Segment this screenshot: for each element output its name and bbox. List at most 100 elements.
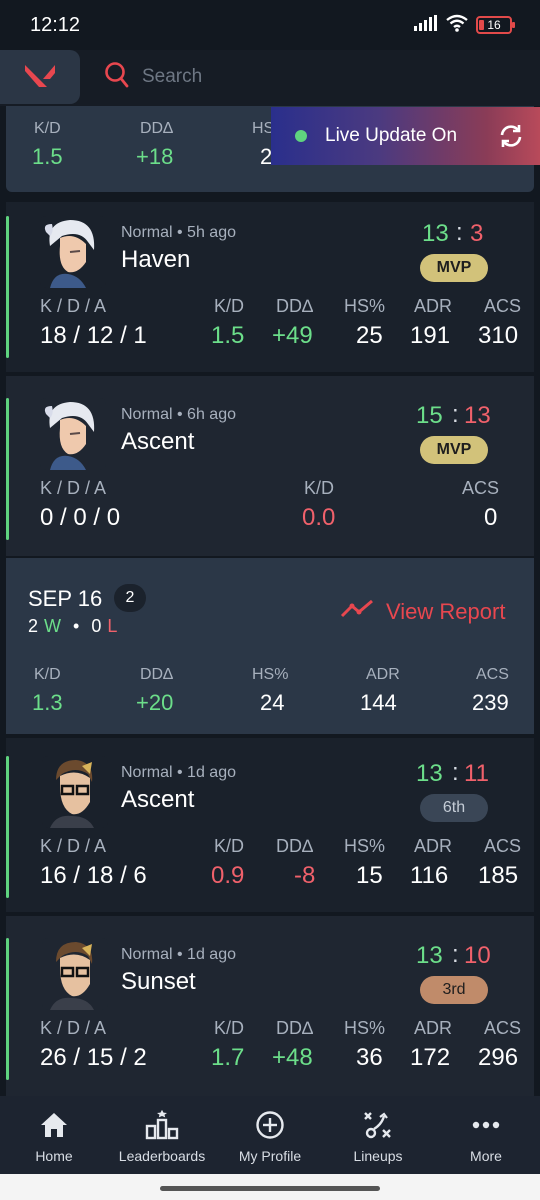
day-summary-card: SEP 16 2 2 W • 0 L View Report K/D 1.3 D…: [6, 558, 534, 734]
plus-circle-icon: [255, 1110, 285, 1140]
app-header: Search: [0, 50, 540, 106]
score-separator: :: [456, 219, 463, 246]
kd-label: K/D: [214, 836, 245, 856]
match-card[interactable]: Normal • 5h ago Haven 13 : 3 MVP K / D /…: [6, 202, 534, 372]
match-card[interactable]: Normal • 1d ago Sunset 13 : 10 3rd K / D…: [6, 916, 534, 1096]
nav-item-more[interactable]: More: [432, 1096, 540, 1174]
adr-label: ADR: [366, 666, 400, 683]
adr-label: ADR: [414, 836, 453, 856]
dd-label: DD∆: [140, 120, 173, 137]
score-enemy: 13: [464, 402, 491, 429]
hs-value: 25: [356, 322, 383, 349]
mvp-badge: MVP: [420, 436, 488, 464]
search-input[interactable]: Search: [142, 66, 202, 88]
acs-value: 239: [472, 690, 509, 715]
dd-label: DD∆: [140, 666, 173, 683]
losses-letter: L: [107, 616, 118, 636]
hs-label: HS%: [344, 836, 386, 856]
agent-avatar-chamber: [42, 756, 108, 828]
wins-letter: W: [44, 616, 62, 636]
match-mode-time: Normal • 1d ago: [121, 764, 236, 781]
match-mode-time: Normal • 5h ago: [121, 224, 236, 241]
system-icons: 16: [414, 14, 515, 37]
score-enemy: 11: [464, 760, 489, 787]
win-indicator: [6, 756, 9, 898]
match-mode-time: Normal • 1d ago: [121, 946, 236, 963]
nav-item-my-profile[interactable]: My Profile: [216, 1096, 324, 1174]
map-name: Haven: [121, 246, 191, 273]
trend-chart-icon: [340, 598, 374, 625]
match-card[interactable]: Normal • 6h ago Ascent 15 : 13 MVP K / D…: [6, 376, 534, 556]
battery-icon: 16: [476, 16, 515, 34]
valorant-logo-icon: [23, 61, 57, 94]
kda-label: K / D / A: [40, 478, 107, 498]
placement-badge: 3rd: [420, 976, 488, 1004]
nav-label: Home: [35, 1148, 73, 1164]
win-loss-record: 2 W • 0 L: [28, 616, 117, 637]
hs-value: 24: [260, 690, 285, 715]
leaderboards-icon: [145, 1110, 179, 1140]
win-indicator: [6, 216, 9, 358]
dd-value: +20: [136, 690, 174, 715]
view-report-button[interactable]: View Report: [340, 598, 505, 625]
live-status-dot: [295, 130, 307, 142]
placement-badge: 6th: [420, 794, 488, 822]
view-report-label: View Report: [386, 598, 506, 624]
hs-value: 15: [356, 862, 383, 889]
match-mode-time: Normal • 6h ago: [121, 406, 236, 423]
kda-value: 18 / 12 / 1: [40, 322, 147, 349]
home-indicator[interactable]: [160, 1186, 380, 1191]
adr-value: 144: [360, 690, 397, 715]
dd-value: +18: [136, 144, 174, 169]
search-bar[interactable]: Search: [104, 60, 202, 94]
hs-label: HS%: [252, 666, 289, 683]
match-history-list[interactable]: K/D 1.5 DD∆ +18 HS 25 Normal • 5h ago Ha…: [6, 106, 534, 1096]
dd-value: -8: [294, 862, 316, 889]
agent-avatar-chamber: [42, 938, 108, 1010]
map-name: Ascent: [121, 786, 195, 813]
valorant-logo-button[interactable]: [0, 50, 80, 104]
kda-label: K / D / A: [40, 1018, 107, 1038]
score-enemy: 10: [464, 942, 491, 969]
nav-label: More: [470, 1148, 502, 1164]
score-separator: :: [452, 941, 459, 968]
bottom-nav: Home Leaderboards My Profile Lineups Mor…: [0, 1096, 540, 1174]
score-separator: :: [452, 759, 459, 786]
win-indicator: [6, 398, 9, 540]
status-bar: 12:12 16: [0, 0, 540, 50]
dd-label: DD∆: [276, 836, 314, 856]
match-card[interactable]: Normal • 1d ago Ascent 13 : 11 6th K / D…: [6, 738, 534, 912]
kd-value: 1.5: [211, 322, 245, 349]
adr-value: 191: [410, 322, 451, 349]
agent-avatar-jett: [40, 398, 106, 470]
nav-item-home[interactable]: Home: [0, 1096, 108, 1174]
adr-value: 172: [410, 1044, 451, 1071]
nav-item-leaderboards[interactable]: Leaderboards: [108, 1096, 216, 1174]
adr-value: 116: [410, 862, 449, 889]
refresh-icon[interactable]: [482, 107, 540, 165]
nav-item-lineups[interactable]: Lineups: [324, 1096, 432, 1174]
kd-label: K/D: [34, 666, 61, 683]
losses-count: 0: [91, 616, 102, 636]
agent-avatar-jett: [40, 216, 106, 288]
map-name: Sunset: [121, 968, 196, 995]
battery-level: 16: [487, 18, 501, 32]
live-update-banner[interactable]: Live Update On: [271, 107, 540, 165]
dd-label: DD∆: [276, 1018, 314, 1038]
home-icon: [39, 1110, 69, 1140]
acs-label: ACS: [476, 666, 509, 683]
nav-label: Lineups: [353, 1148, 403, 1164]
more-icon: [471, 1110, 501, 1140]
kd-label: K/D: [214, 1018, 245, 1038]
acs-value: 296: [478, 1044, 519, 1071]
score-enemy: 3: [470, 220, 484, 247]
status-time: 12:12: [30, 13, 81, 36]
lineups-icon: [362, 1110, 394, 1140]
win-indicator: [6, 938, 9, 1080]
acs-label: ACS: [484, 296, 522, 316]
search-icon: [104, 61, 130, 94]
dd-label: DD∆: [276, 296, 314, 316]
mvp-badge: MVP: [420, 254, 488, 282]
live-update-label: Live Update On: [325, 125, 458, 146]
kda-label: K / D / A: [40, 296, 107, 316]
